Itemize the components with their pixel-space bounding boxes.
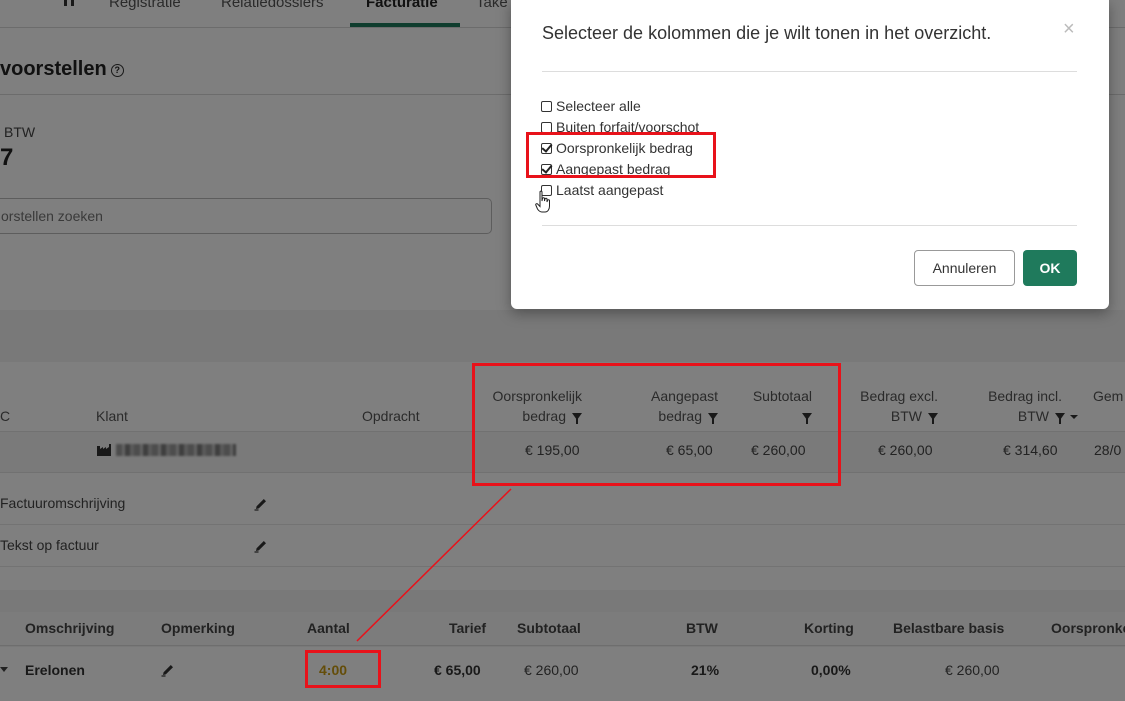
option-laatst-aangepast[interactable]: Laatst aangepast — [541, 182, 663, 199]
option-select-all[interactable]: Selecteer alle — [541, 98, 641, 115]
checkbox-icon[interactable] — [541, 143, 552, 154]
option-label: Aangepast bedrag — [556, 161, 671, 177]
option-label: Buiten forfait/voorschot — [556, 119, 700, 135]
close-icon[interactable]: × — [1063, 19, 1075, 39]
option-buiten-forfait[interactable]: Buiten forfait/voorschot — [541, 119, 699, 136]
column-selection-modal: Selecteer de kolommen die je wilt tonen … — [511, 0, 1109, 309]
checkbox-icon[interactable] — [541, 101, 552, 112]
option-aangepast-bedrag[interactable]: Aangepast bedrag — [541, 161, 670, 178]
option-label: Oorspronkelijk bedrag — [556, 140, 693, 156]
ok-button[interactable]: OK — [1023, 250, 1077, 286]
hand-cursor-icon — [535, 190, 550, 213]
checkbox-icon[interactable] — [541, 164, 552, 175]
cancel-button[interactable]: Annuleren — [914, 250, 1015, 286]
checkbox-icon[interactable] — [541, 122, 552, 133]
divider — [542, 225, 1077, 226]
divider — [542, 71, 1077, 72]
option-oorspronkelijk-bedrag[interactable]: Oorspronkelijk bedrag — [541, 140, 693, 157]
modal-title: Selecteer de kolommen die je wilt tonen … — [542, 23, 992, 43]
option-label: Selecteer alle — [556, 98, 641, 114]
option-label: Laatst aangepast — [556, 182, 664, 198]
